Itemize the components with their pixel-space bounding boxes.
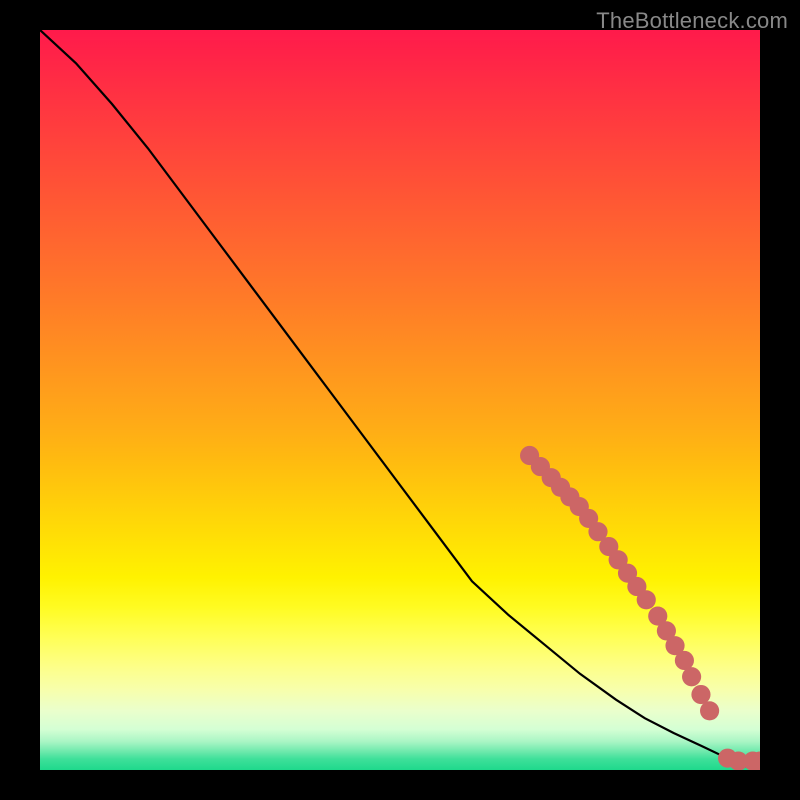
data-marker xyxy=(700,701,719,720)
data-marker xyxy=(637,590,656,609)
plot-svg xyxy=(40,30,760,770)
chart-container: TheBottleneck.com xyxy=(0,0,800,800)
data-marker xyxy=(675,651,694,670)
data-marker xyxy=(682,667,701,686)
data-marker xyxy=(691,685,710,704)
gradient-background xyxy=(40,30,760,770)
plot-area xyxy=(40,30,760,770)
